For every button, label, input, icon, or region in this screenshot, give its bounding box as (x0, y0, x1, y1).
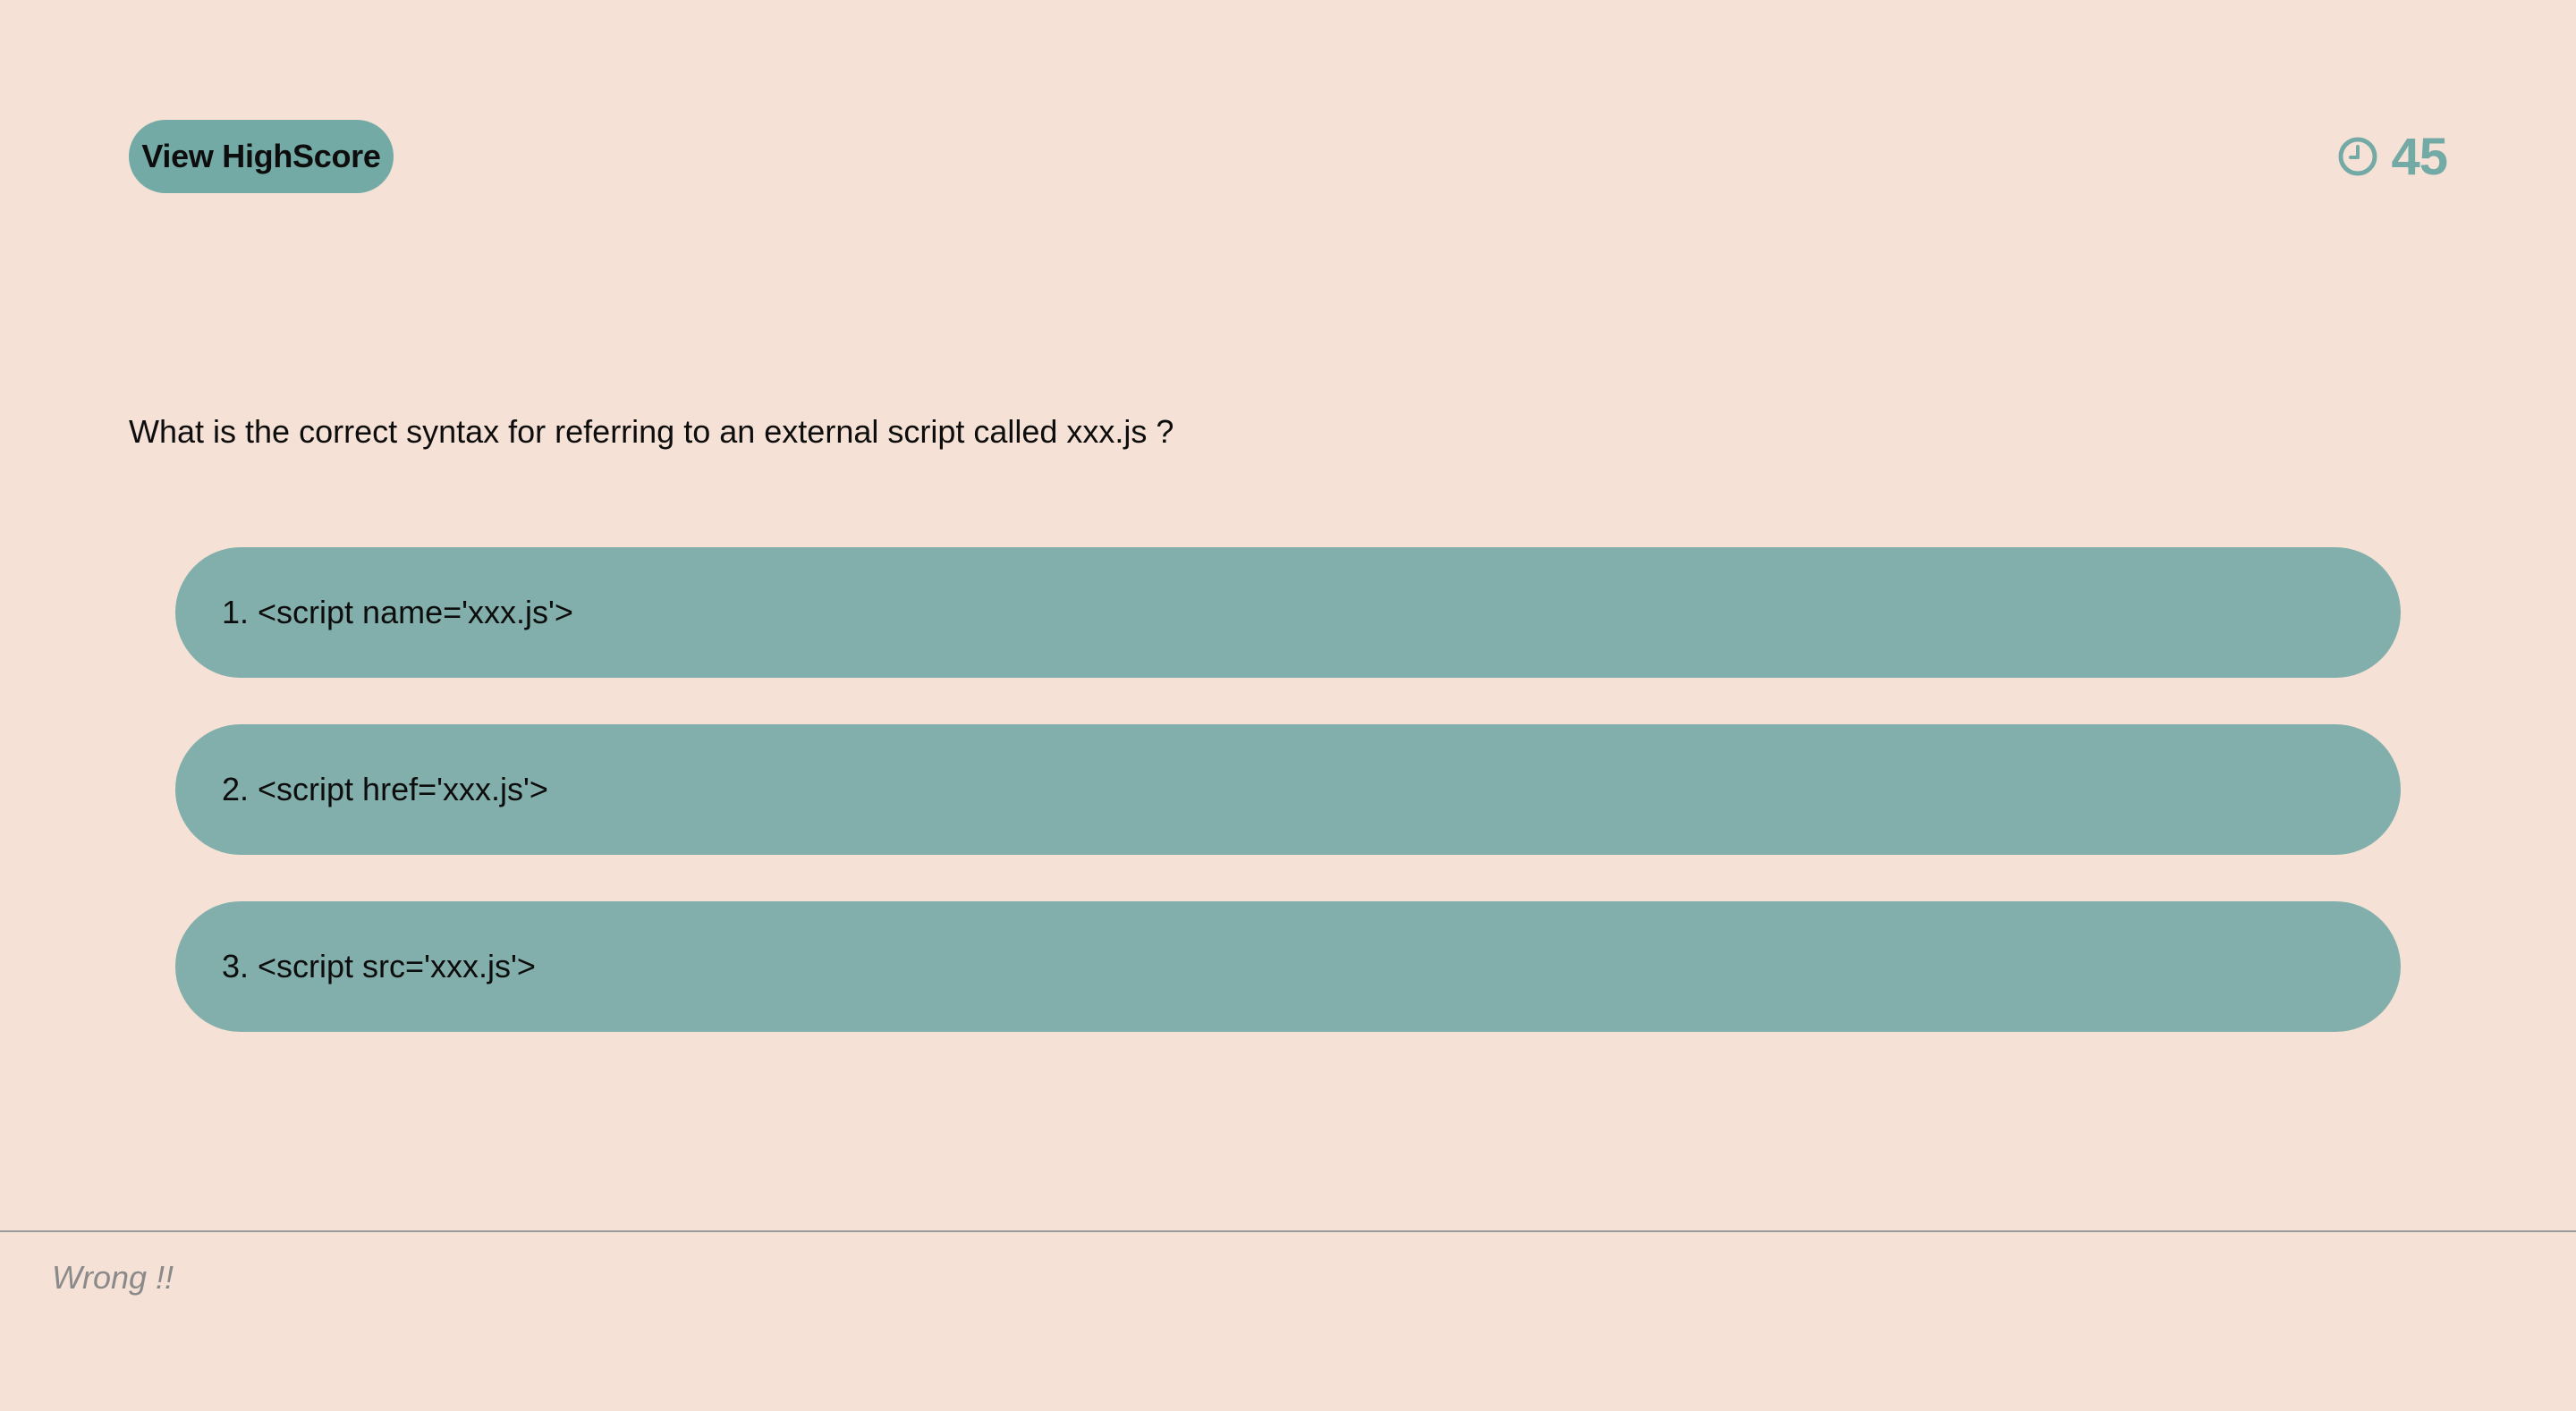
clock-icon (2337, 136, 2378, 177)
timer: 45 (2337, 125, 2448, 188)
feedback-divider (0, 1230, 2576, 1232)
feedback-message: Wrong !! (52, 1259, 174, 1296)
question-text: What is the correct syntax for referring… (129, 413, 1174, 450)
answer-choice-1[interactable]: 1. <script name='xxx.js'> (175, 547, 2401, 678)
timer-value: 45 (2391, 127, 2448, 186)
answer-choice-2[interactable]: 2. <script href='xxx.js'> (175, 724, 2401, 855)
view-highscore-button[interactable]: View HighScore (129, 120, 394, 193)
answer-choice-3[interactable]: 3. <script src='xxx.js'> (175, 901, 2401, 1032)
answer-choices: 1. <script name='xxx.js'> 2. <script hre… (175, 547, 2401, 1078)
